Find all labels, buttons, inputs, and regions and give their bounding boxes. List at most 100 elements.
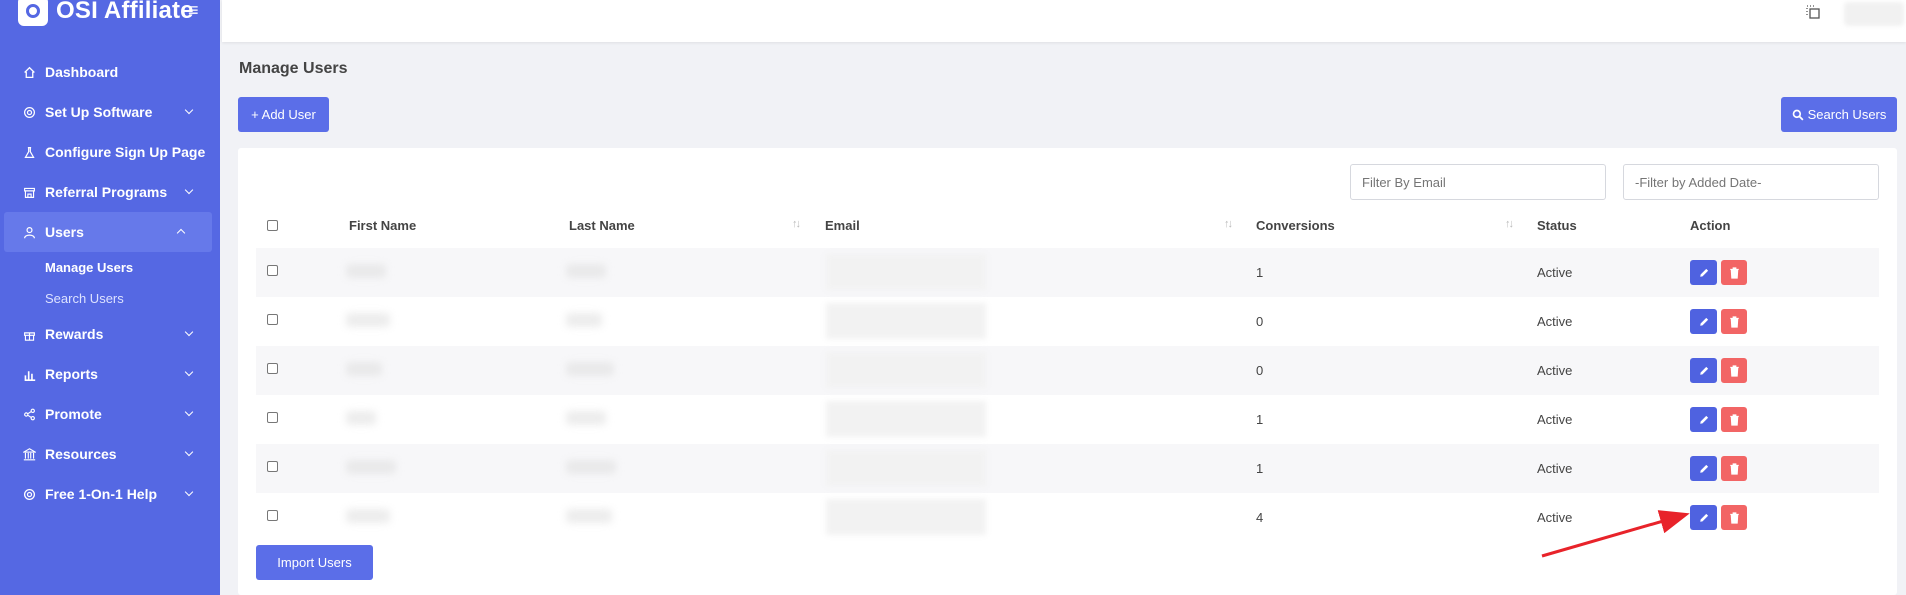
column-header-status: Status <box>1537 218 1577 233</box>
sidebar-item-dashboard[interactable]: Dashboard <box>0 52 220 92</box>
sort-icon[interactable]: ↑↓ <box>1224 218 1233 230</box>
column-header-first-name[interactable]: First Name <box>349 218 416 233</box>
filter-by-date-input[interactable] <box>1623 164 1879 200</box>
pencil-icon <box>1699 366 1708 375</box>
status-cell: Active <box>1537 363 1573 378</box>
lifebuoy-icon <box>22 487 36 501</box>
edit-button[interactable] <box>1690 309 1717 334</box>
topbar <box>222 0 1906 42</box>
conversions-cell: 1 <box>1256 461 1264 476</box>
edit-button[interactable] <box>1690 358 1717 383</box>
redacted-email <box>826 450 986 486</box>
column-header-email[interactable]: Email <box>825 218 860 233</box>
pencil-icon <box>1699 317 1708 326</box>
bank-icon <box>22 447 36 461</box>
user-icon <box>22 225 36 239</box>
redacted-last-name <box>566 264 606 278</box>
delete-button[interactable] <box>1721 309 1747 334</box>
home-icon <box>22 65 36 79</box>
conversions-cell: 1 <box>1256 412 1264 427</box>
avatar[interactable] <box>1844 2 1904 26</box>
row-checkbox[interactable] <box>267 265 278 276</box>
store-icon <box>22 185 36 199</box>
row-checkbox[interactable] <box>267 461 278 472</box>
delete-button[interactable] <box>1721 456 1747 481</box>
table-row: 0 Active <box>256 297 1879 346</box>
filter-by-email-input[interactable] <box>1350 164 1606 200</box>
delete-button[interactable] <box>1721 407 1747 432</box>
chevron-down-icon <box>184 327 194 337</box>
column-header-last-name[interactable]: Last Name <box>569 218 635 233</box>
select-all-checkbox[interactable] <box>267 220 278 231</box>
status-cell: Active <box>1537 314 1573 329</box>
search-icon <box>1792 109 1804 121</box>
chevron-down-icon <box>184 487 194 497</box>
status-cell: Active <box>1537 412 1573 427</box>
sidebar-subitem-search-users[interactable]: Search Users <box>0 283 220 314</box>
copy-icon[interactable] <box>1805 4 1821 20</box>
sidebar-item-label: Referral Programs <box>45 184 168 200</box>
sidebar-item-rewards[interactable]: Rewards <box>0 314 220 354</box>
redacted-first-name <box>346 509 390 523</box>
target-icon <box>22 105 36 119</box>
column-header-conversions[interactable]: Conversions <box>1256 218 1335 233</box>
import-users-button[interactable]: Import Users <box>256 545 373 580</box>
sidebar-item-label: Set Up Software <box>45 104 153 120</box>
trash-icon <box>1729 413 1739 426</box>
table-row: 1 Active <box>256 444 1879 493</box>
redacted-email <box>826 254 986 290</box>
redacted-first-name <box>346 362 382 376</box>
row-checkbox[interactable] <box>267 314 278 325</box>
redacted-last-name <box>566 313 602 327</box>
row-checkbox[interactable] <box>267 363 278 374</box>
redacted-first-name <box>346 264 386 278</box>
sort-icon[interactable]: ↑↓ <box>792 218 801 230</box>
trash-icon <box>1729 511 1739 524</box>
sort-icon[interactable]: ↑↓ <box>1505 218 1514 230</box>
table-row: 4 Active <box>256 493 1879 542</box>
chevron-down-icon <box>184 185 194 195</box>
pencil-icon <box>1699 415 1708 424</box>
trash-icon <box>1729 315 1739 328</box>
sidebar-item-promote[interactable]: Promote <box>0 394 220 434</box>
hamburger-menu-icon[interactable]: ≡ <box>188 0 199 21</box>
edit-button[interactable] <box>1690 407 1717 432</box>
add-user-button[interactable]: + Add User <box>238 97 329 132</box>
sidebar-item-resources[interactable]: Resources <box>0 434 220 474</box>
status-cell: Active <box>1537 461 1573 476</box>
sidebar-item-free-help[interactable]: Free 1-On-1 Help <box>0 474 220 514</box>
edit-button[interactable] <box>1690 260 1717 285</box>
table-row: 0 Active <box>256 346 1879 395</box>
row-checkbox[interactable] <box>267 412 278 423</box>
page-title: Manage Users <box>239 60 348 77</box>
search-users-button[interactable]: Search Users <box>1781 97 1897 132</box>
brand-logo-icon <box>18 0 48 26</box>
pencil-icon <box>1699 464 1708 473</box>
redacted-email <box>826 352 986 388</box>
flask-icon <box>22 145 36 159</box>
sidebar-item-label: Dashboard <box>45 64 119 80</box>
brand-name: OSI Affiliate <box>56 0 194 24</box>
redacted-last-name <box>566 460 616 474</box>
sidebar-item-users[interactable]: Users <box>4 212 212 252</box>
trash-icon <box>1729 266 1739 279</box>
sidebar-item-configure-sign-up-page[interactable]: Configure Sign Up Page <box>0 132 220 172</box>
row-checkbox[interactable] <box>267 510 278 521</box>
sidebar-subitem-manage-users[interactable]: Manage Users <box>0 252 220 283</box>
edit-button[interactable] <box>1690 505 1717 530</box>
status-cell: Active <box>1537 265 1573 280</box>
redacted-last-name <box>566 411 606 425</box>
redacted-first-name <box>346 411 376 425</box>
delete-button[interactable] <box>1721 505 1747 530</box>
edit-button[interactable] <box>1690 456 1717 481</box>
delete-button[interactable] <box>1721 358 1747 383</box>
chevron-down-icon <box>184 367 194 377</box>
sidebar-item-set-up-software[interactable]: Set Up Software <box>0 92 220 132</box>
sidebar-item-referral-programs[interactable]: Referral Programs <box>0 172 220 212</box>
redacted-email <box>826 401 986 437</box>
column-header-action: Action <box>1690 218 1731 233</box>
sidebar-item-reports[interactable]: Reports <box>0 354 220 394</box>
delete-button[interactable] <box>1721 260 1747 285</box>
chevron-down-icon <box>184 105 194 115</box>
table-row: 1 Active <box>256 395 1879 444</box>
